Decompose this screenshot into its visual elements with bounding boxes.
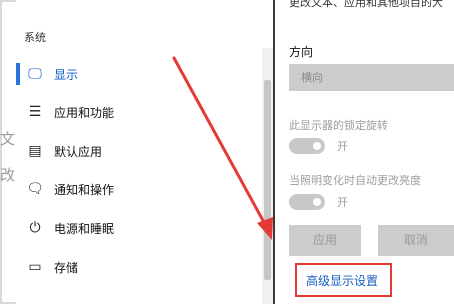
default-apps-icon: ▤ [28,143,42,159]
apps-list-icon: ☰ [28,104,42,120]
background-text-fragment: 文 [0,130,16,148]
sidebar-item-label: 电源和睡眠 [54,221,115,236]
sidebar-item-storage[interactable]: ▭ 存储 [16,248,260,286]
sidebar-item-default-apps[interactable]: ▤ 默认应用 [16,132,260,170]
rotation-lock-toggle-row: 开 [289,138,348,154]
sidebar-item-label: 显示 [54,67,79,82]
sidebar-item-apps-features[interactable]: ☰ 应用和功能 [16,93,260,131]
sidebar-scrollbar[interactable] [262,48,273,304]
rotation-lock-label: 此显示器的锁定旋转 [289,119,388,132]
scale-description-text: 更改文本、应用和其他项目的大 [289,0,443,9]
notification-icon: 🗨 [26,181,44,197]
orientation-heading: 方向 [289,45,314,59]
storage-icon: ▭ [28,259,42,275]
auto-brightness-label: 当照明变化时自动更改亮度 [289,174,421,187]
toggle-state-label: 开 [337,140,348,153]
scrollbar-thumb[interactable] [264,80,271,280]
cancel-button[interactable]: 取消 [378,225,454,256]
sidebar-section-label: 系统 [24,31,46,44]
settings-window: 系统 🖵 显示 ☰ 应用和功能 ▤ 默认应用 🗨 通知和操作 ⏻ 电源和睡眠 ▭… [16,0,454,304]
monitor-icon: 🖵 [28,66,42,82]
active-indicator [16,63,20,85]
orientation-dropdown[interactable]: 横向 [289,64,454,91]
apply-button[interactable]: 应用 [289,225,361,256]
sidebar-item-label: 默认应用 [54,144,103,159]
toggle-knob [313,198,321,206]
sidebar-item-display[interactable]: 🖵 显示 [16,55,260,93]
sidebar-item-notifications[interactable]: 🗨 通知和操作 [16,170,260,208]
toggle-state-label: 开 [337,196,348,209]
sidebar-item-label: 应用和功能 [54,105,115,120]
sidebar-item-power-sleep[interactable]: ⏻ 电源和睡眠 [16,209,260,247]
background-text-fragment: 改 [0,166,16,184]
advanced-display-settings-link[interactable]: 高级显示设置 [306,272,378,289]
auto-brightness-toggle[interactable] [289,194,325,210]
auto-brightness-toggle-row: 开 [289,194,348,210]
sidebar: 系统 🖵 显示 ☰ 应用和功能 ▤ 默认应用 🗨 通知和操作 ⏻ 电源和睡眠 ▭… [16,0,260,304]
rotation-lock-toggle[interactable] [289,138,325,154]
toggle-knob [313,142,321,150]
display-settings-pane: 更改文本、应用和其他项目的大 方向 横向 此显示器的锁定旋转 开 当照明变化时自… [275,0,454,304]
sidebar-item-label: 通知和操作 [54,182,115,197]
sidebar-item-label: 存储 [54,260,79,275]
power-icon: ⏻ [29,220,41,236]
